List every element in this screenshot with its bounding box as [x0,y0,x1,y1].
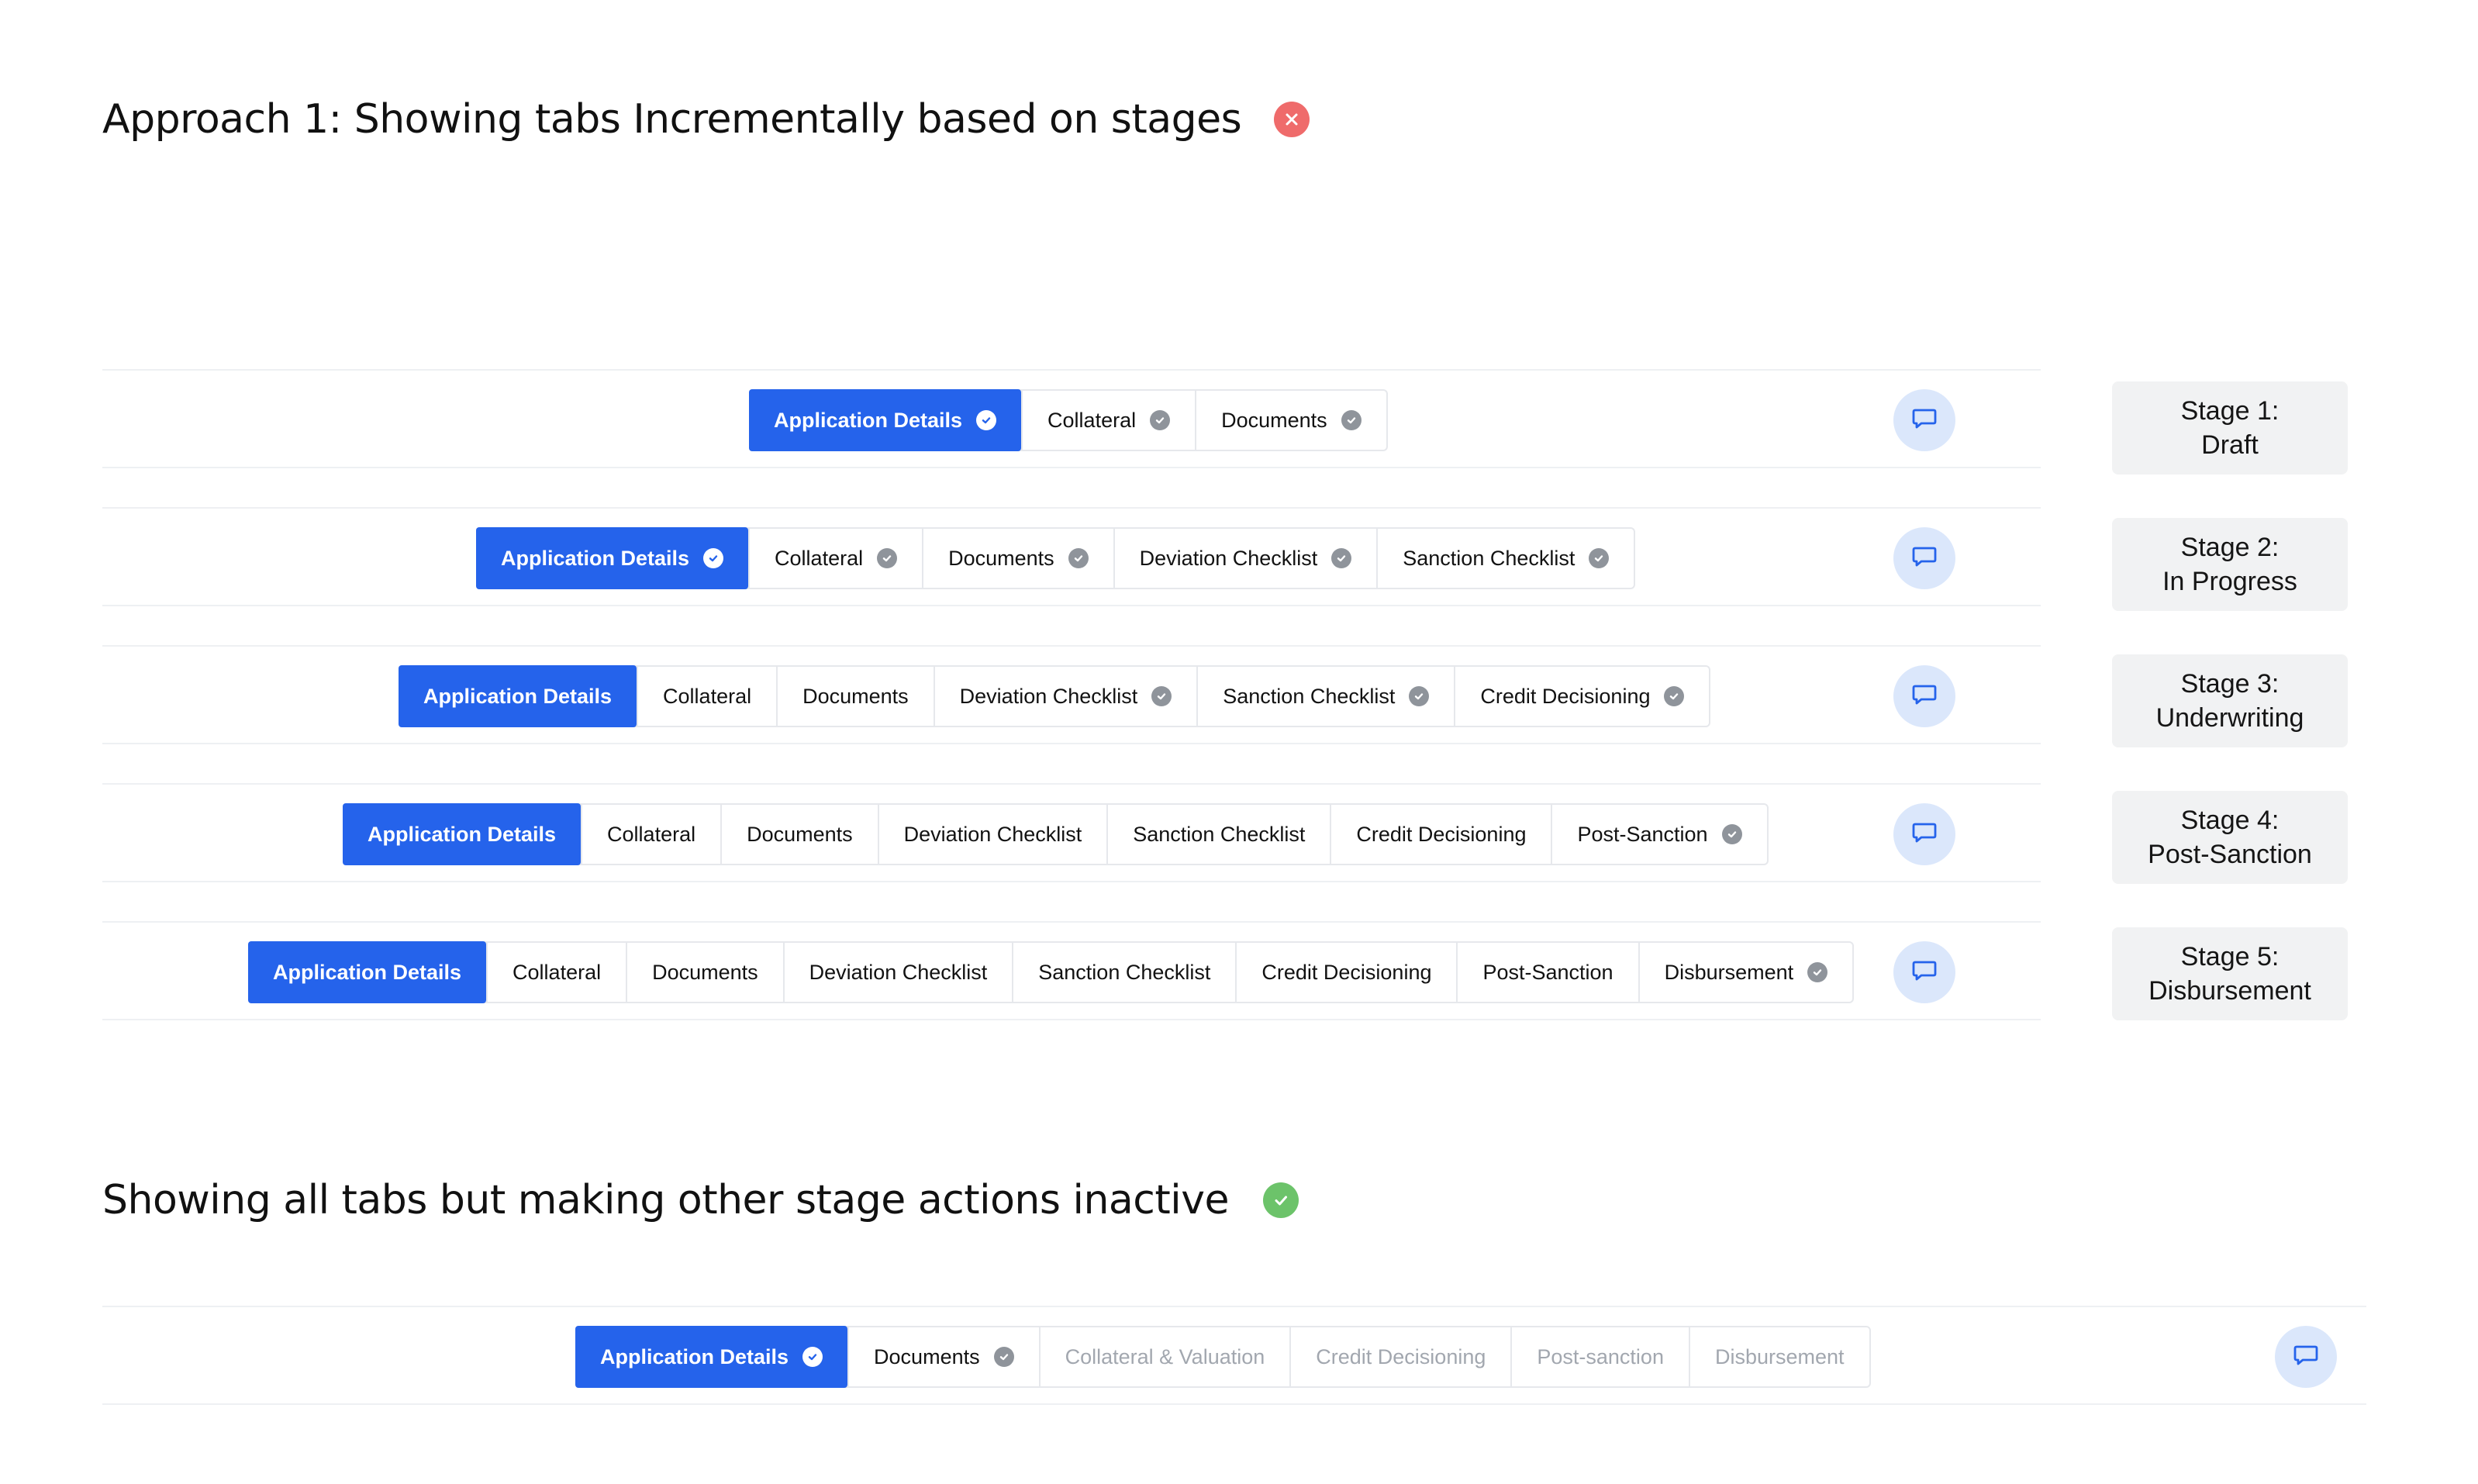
chat-button[interactable] [1893,665,1955,727]
chat-button[interactable] [1893,389,1955,451]
stage-row-2: Application Details Collateral Documents… [102,507,2041,606]
tab-documents[interactable]: Documents [626,943,783,1002]
tab-collateral[interactable]: Collateral [637,667,776,726]
tab-application-details[interactable]: Application Details [399,665,637,727]
chat-icon [1911,545,1938,572]
stage-number: Stage 2: [2180,533,2280,562]
tab-deviation-checklist[interactable]: Deviation Checklist [1113,529,1377,588]
tab-sanction-checklist[interactable]: Sanction Checklist [1376,529,1634,588]
check-circle-icon [1807,962,1828,982]
tab-collateral-valuation: Collateral & Valuation [1038,1327,1290,1386]
approach-1-title: Approach 1: Showing tabs Incrementally b… [102,96,1242,143]
stage-card-2: Stage 2: In Progress [2112,518,2348,611]
check-circle-icon [703,548,724,568]
chat-icon [1911,407,1938,434]
chat-button[interactable] [1893,527,1955,589]
check-circle-icon [1331,548,1352,568]
tab-credit-decisioning[interactable]: Credit Decisioning [1235,943,1456,1002]
check-circle-icon [1409,686,1430,706]
approach-2-title: Showing all tabs but making other stage … [102,1177,1229,1223]
close-icon [1274,102,1310,137]
tab-credit-decisioning: Credit Decisioning [1289,1327,1510,1386]
tab-application-details[interactable]: Application Details [476,527,749,589]
tab-sanction-checklist[interactable]: Sanction Checklist [1196,667,1454,726]
tab-post-sanction[interactable]: Post-Sanction [1456,943,1638,1002]
tab-documents[interactable]: Documents [922,529,1113,588]
stage-name: Disbursement [2148,976,2311,1006]
check-circle-icon [877,548,898,568]
stage-row-3: Application Details Collateral Documents… [102,645,2041,744]
tab-deviation-checklist[interactable]: Deviation Checklist [782,943,1013,1002]
tab-application-details[interactable]: Application Details [248,941,487,1003]
stage-row-5: Application Details Collateral Documents… [102,921,2041,1020]
stage-number: Stage 1: [2180,396,2280,426]
tab-bar: Application Details Collateral Documents [749,389,1388,451]
stage-name: In Progress [2162,567,2297,596]
chat-button[interactable] [1893,941,1955,1003]
tab-disbursement: Disbursement [1688,1327,1869,1386]
tab-disbursement[interactable]: Disbursement [1638,943,1853,1002]
tab-post-sanction: Post-sanction [1510,1327,1689,1386]
check-circle-icon [1150,410,1171,430]
stage-card-3: Stage 3: Underwriting [2112,654,2348,747]
check-circle-icon [1341,410,1362,430]
chat-button[interactable] [1893,803,1955,865]
check-circle-icon [1589,548,1610,568]
check-circle-icon [1721,824,1742,844]
chat-icon [1911,959,1938,986]
tab-post-sanction[interactable]: Post-Sanction [1551,805,1766,864]
tab-deviation-checklist[interactable]: Deviation Checklist [933,667,1197,726]
tab-application-details[interactable]: Application Details [575,1326,848,1388]
check-circle-icon [1068,548,1089,568]
tab-bar: Application Details Collateral Documents… [343,803,1769,865]
tab-collateral[interactable]: Collateral [1021,391,1195,450]
tab-credit-decisioning[interactable]: Credit Decisioning [1454,667,1709,726]
tab-documents[interactable]: Documents [847,1327,1039,1386]
tab-bar: Application Details Collateral Documents… [399,665,1711,727]
tab-sanction-checklist[interactable]: Sanction Checklist [1012,943,1235,1002]
stage-name: Post-Sanction [2148,840,2312,869]
stage-number: Stage 3: [2180,669,2280,699]
check-icon [1262,1182,1299,1218]
tab-bar: Application Details Documents Collateral… [575,1326,1871,1388]
stage-name: Underwriting [2155,703,2304,733]
check-circle-icon [802,1347,823,1367]
tab-deviation-checklist[interactable]: Deviation Checklist [877,805,1107,864]
tab-collateral[interactable]: Collateral [748,529,922,588]
tab-documents[interactable]: Documents [1195,391,1386,450]
tab-sanction-checklist[interactable]: Sanction Checklist [1106,805,1330,864]
stage-card-4: Stage 4: Post-Sanction [2112,791,2348,884]
tab-bar: Application Details Collateral Documents… [248,941,1855,1003]
tab-documents[interactable]: Documents [720,805,878,864]
stage-number: Stage 4: [2180,806,2280,835]
stage-name: Draft [2201,430,2259,460]
chat-button[interactable] [2275,1326,2337,1388]
tab-documents[interactable]: Documents [776,667,934,726]
approach-2-heading: Showing all tabs but making other stage … [102,1177,1299,1223]
approach-1-heading: Approach 1: Showing tabs Incrementally b… [102,96,1310,143]
chat-icon [2293,1344,2319,1371]
tab-application-details[interactable]: Application Details [749,389,1022,451]
tab-collateral[interactable]: Collateral [581,805,720,864]
tab-bar: Application Details Collateral Documents… [476,527,1636,589]
stage-row-4: Application Details Collateral Documents… [102,783,2041,882]
check-circle-icon [976,410,997,430]
approach-2-row: Application Details Documents Collateral… [102,1306,2366,1405]
stage-card-5: Stage 5: Disbursement [2112,927,2348,1020]
check-circle-icon [993,1347,1014,1367]
tab-collateral[interactable]: Collateral [486,943,626,1002]
check-circle-icon [1664,686,1685,706]
stage-number: Stage 5: [2180,942,2280,972]
stage-row-1: Application Details Collateral Documents [102,369,2041,468]
chat-icon [1911,683,1938,710]
stage-card-1: Stage 1: Draft [2112,381,2348,475]
chat-icon [1911,821,1938,848]
tab-application-details[interactable]: Application Details [343,803,582,865]
tab-credit-decisioning[interactable]: Credit Decisioning [1330,805,1551,864]
check-circle-icon [1151,686,1172,706]
